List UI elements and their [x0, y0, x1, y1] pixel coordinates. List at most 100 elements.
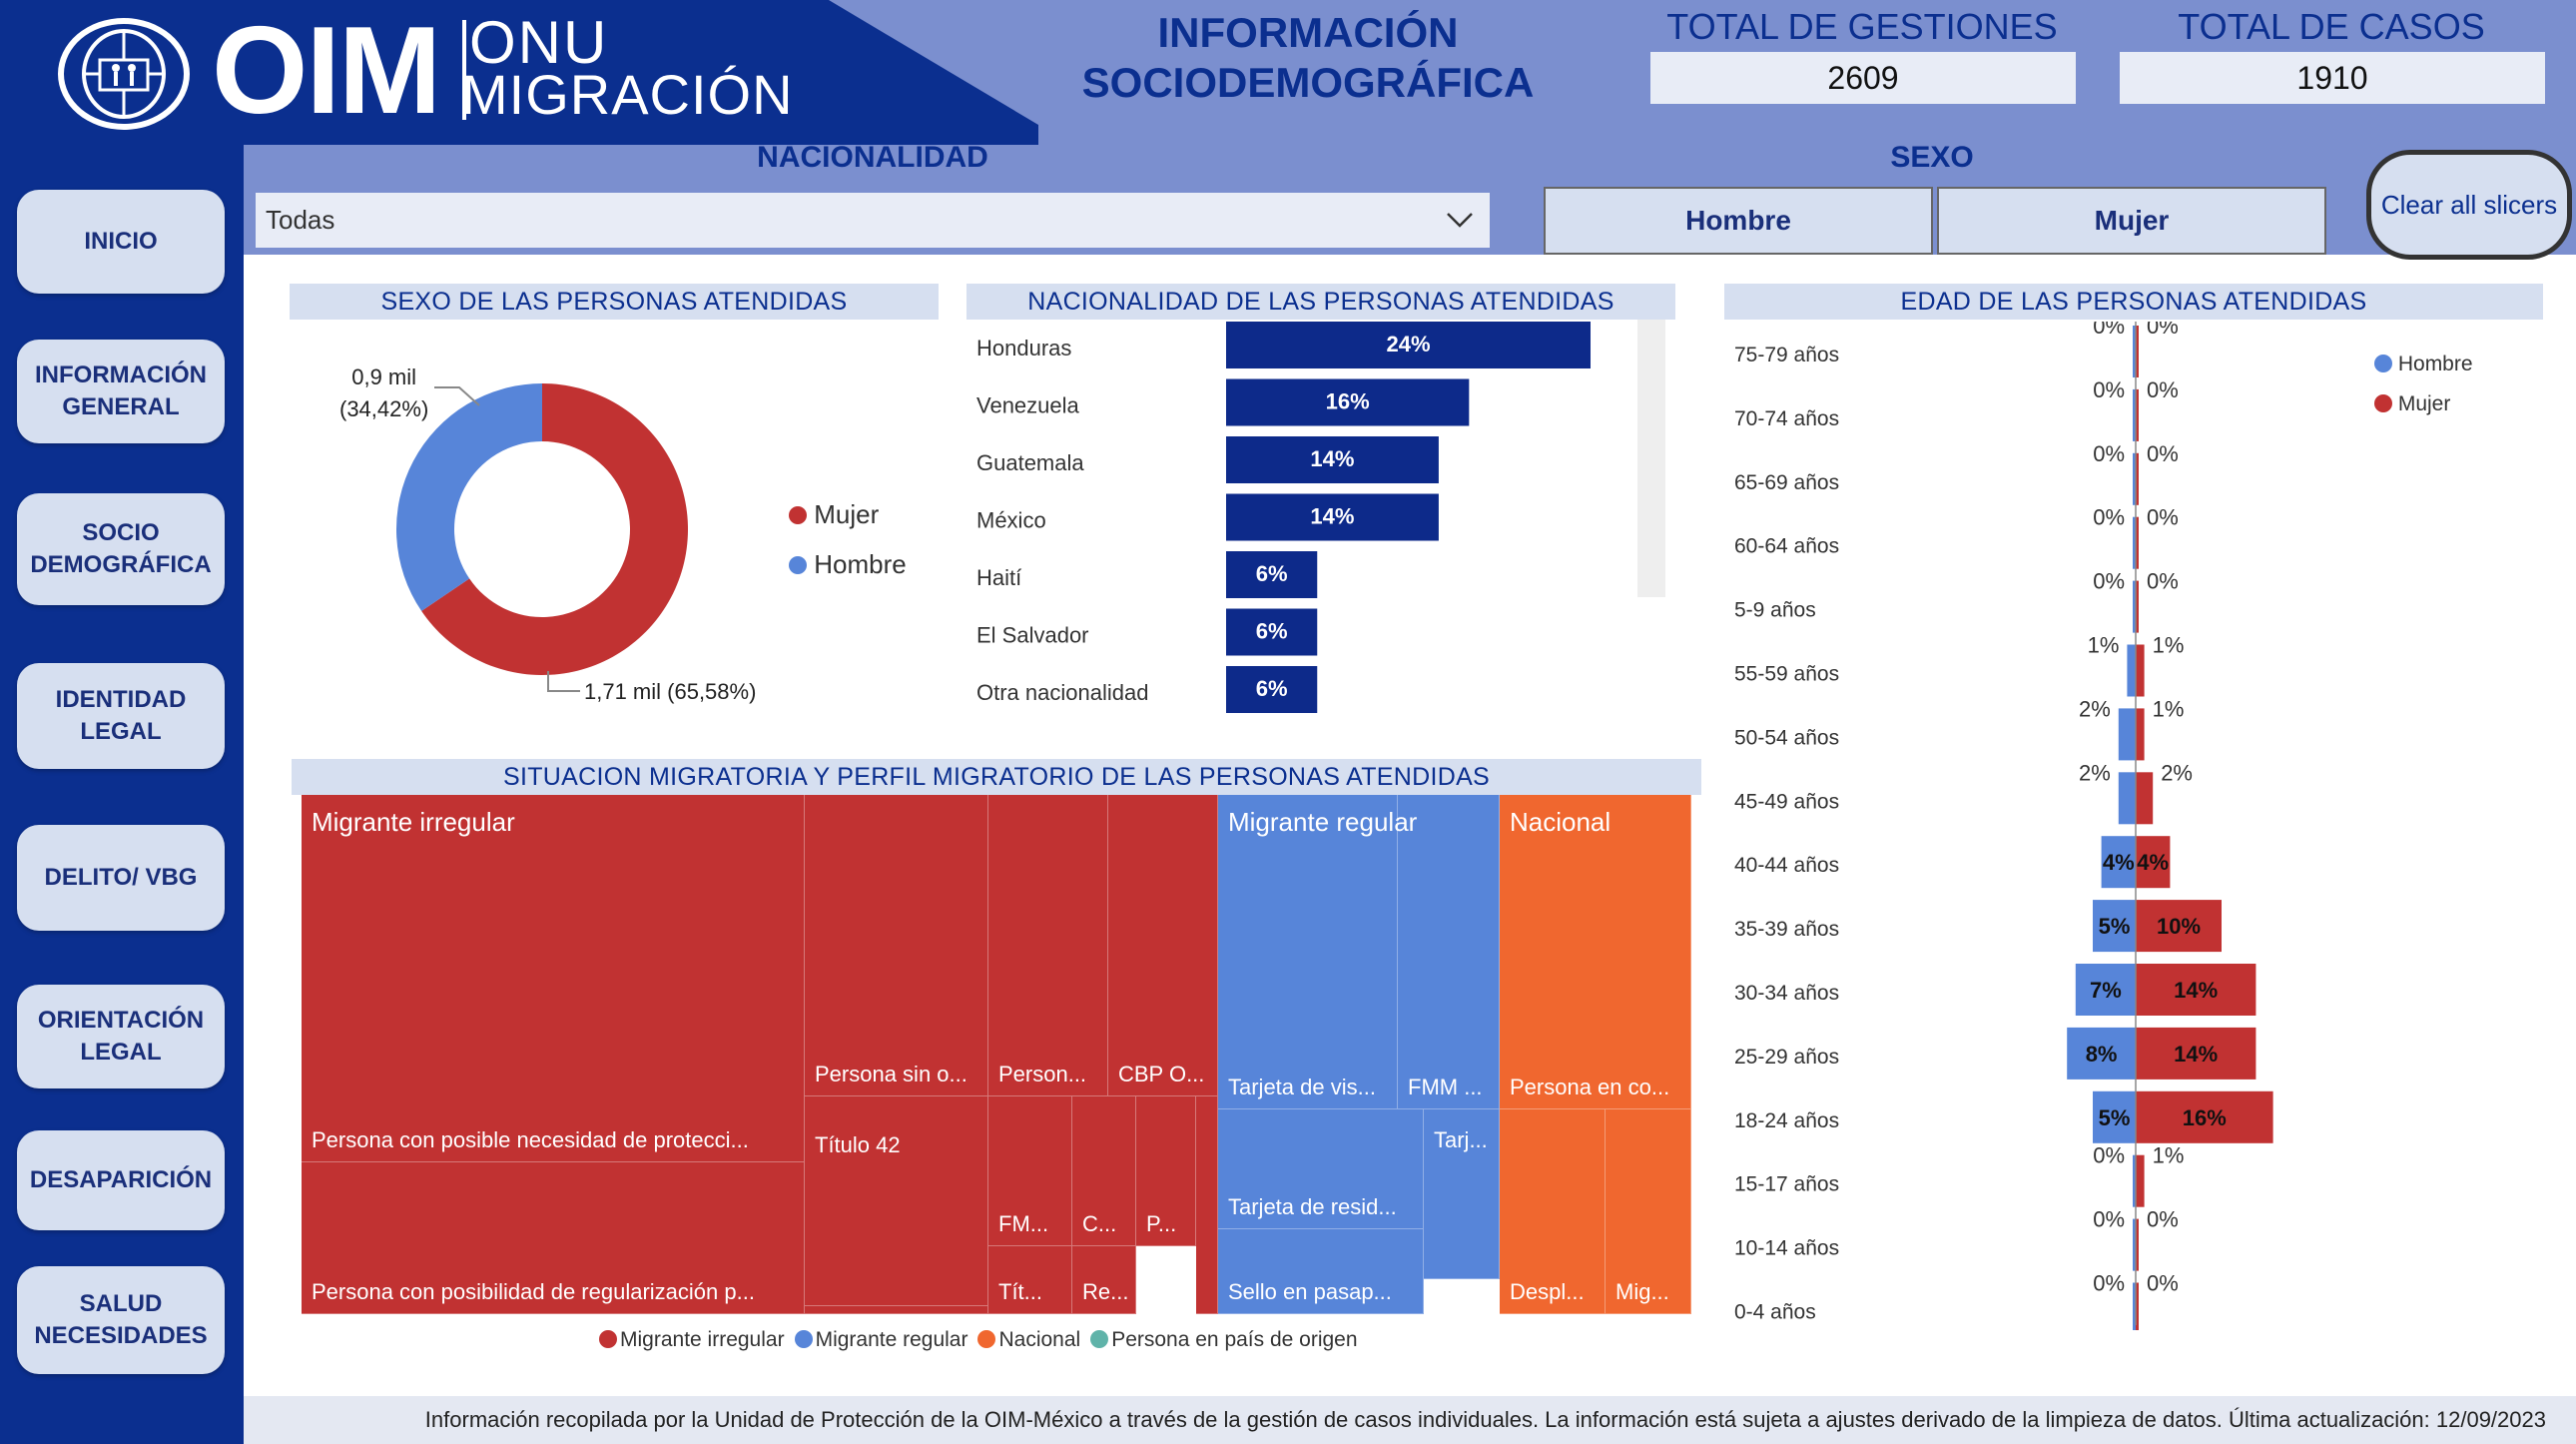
treemap-legend-item: Persona en país de origen	[1090, 1328, 1358, 1351]
treemap-cell-label: P...	[1146, 1211, 1177, 1236]
nav-item-label: SOCIO DEMOGRÁFICA	[30, 517, 211, 582]
nacionalidad-dropdown[interactable]: Todas	[256, 193, 1490, 248]
nav-item-line2: LEGAL	[80, 1039, 162, 1066]
age-bar-hombre[interactable]	[2118, 772, 2136, 825]
clear-slicers-button[interactable]: Clear all slicers	[2366, 150, 2572, 260]
treemap-cell[interactable]: Tít...	[988, 1246, 1072, 1314]
age-category-label: 55-59 años	[1734, 663, 1839, 686]
treemap-cell[interactable]: C...	[1072, 1096, 1136, 1246]
age-label-mujer: 14%	[2174, 978, 2218, 1003]
treemap-cell-label: Re...	[1082, 1279, 1129, 1304]
treemap-cell[interactable]: Tarj...	[1424, 1109, 1500, 1279]
treemap-legend-dot	[794, 1330, 813, 1348]
nationality-value-label: 6%	[1256, 619, 1288, 644]
treemap-cell-label: Tarj...	[1434, 1127, 1488, 1152]
nationality-category-label: Venezuela	[976, 393, 1080, 418]
nav-item-label: ORIENTACIÓN LEGAL	[38, 1005, 204, 1070]
nationality-value-label: 14%	[1310, 504, 1354, 529]
legend-item-hombre: Hombre	[789, 539, 907, 589]
age-label-mujer: 0%	[2147, 1207, 2179, 1232]
age-bar-hombre[interactable]	[2118, 708, 2136, 761]
sexo-hombre-button[interactable]: Hombre	[1544, 187, 1933, 255]
nav-item-8[interactable]: SALUD NECESIDADES	[17, 1266, 225, 1374]
treemap-cell[interactable]: FMM ...	[1398, 795, 1500, 1109]
nav-item-7[interactable]: DESAPARICIÓN	[17, 1130, 225, 1230]
treemap-cell[interactable]: Mig...	[1606, 1109, 1691, 1314]
age-label-hombre: 0%	[2093, 569, 2125, 594]
nav-item-line1: INICIO	[84, 227, 158, 255]
nav-item-1[interactable]: INICIO	[17, 190, 225, 294]
nationality-value-label: 6%	[1256, 676, 1288, 701]
nationality-category-label: Honduras	[976, 336, 1071, 361]
treemap-legend-label: Nacional	[998, 1328, 1081, 1351]
age-chart-title: EDAD DE LAS PERSONAS ATENDIDAS	[1724, 284, 2543, 320]
nav-item-label: SALUD NECESIDADES	[34, 1288, 207, 1353]
age-category-label: 70-74 años	[1734, 407, 1839, 430]
oim-emblem-icon	[58, 18, 190, 130]
age-legend-item-mujer: Mujer	[2374, 384, 2473, 424]
age-label-mujer: 1%	[2153, 633, 2185, 658]
nav-item-line1: IDENTIDAD	[55, 685, 187, 713]
age-label-hombre: 2%	[2079, 696, 2111, 721]
age-bar-mujer[interactable]	[2136, 708, 2145, 761]
treemap-cell[interactable]: FM...	[988, 1096, 1072, 1246]
nav-item-4[interactable]: IDENTIDAD LEGAL	[17, 663, 225, 769]
treemap-cell-small[interactable]	[1196, 1096, 1218, 1314]
kpi-gestiones-label: TOTAL DE GESTIONES	[1666, 6, 2058, 47]
age-category-label: 60-64 años	[1734, 535, 1839, 558]
nav-item-3[interactable]: SOCIO DEMOGRÁFICA	[17, 493, 225, 605]
age-category-label: 25-29 años	[1734, 1046, 1839, 1069]
nav-item-6[interactable]: ORIENTACIÓN LEGAL	[17, 985, 225, 1088]
age-legend-label-hombre: Hombre	[2397, 353, 2473, 375]
age-label-mujer: 1%	[2153, 1143, 2185, 1168]
treemap-cell[interactable]: Persona en co...	[1500, 795, 1691, 1109]
treemap-cell[interactable]: CBP O...	[1108, 795, 1218, 1096]
age-label-mujer: 0%	[2147, 322, 2179, 339]
age-label-mujer: 4%	[2137, 850, 2169, 875]
nav-item-line1: SOCIO	[82, 518, 160, 546]
treemap-cell-label: Título 42	[815, 1132, 901, 1157]
age-legend-label-mujer: Mujer	[2397, 392, 2451, 415]
nav-item-2[interactable]: INFORMACIÓN GENERAL	[17, 340, 225, 443]
treemap-cell-label: Tarjeta de resid...	[1228, 1194, 1397, 1219]
age-category-label: 75-79 años	[1734, 344, 1839, 366]
age-legend-dot-hombre	[2374, 355, 2392, 372]
treemap-cell[interactable]	[805, 1306, 988, 1314]
treemap-legend-dot	[1090, 1330, 1109, 1348]
nacionalidad-filter-title: NACIONALIDAD	[757, 141, 988, 174]
age-bar-mujer[interactable]	[2136, 1154, 2145, 1207]
treemap-group-label: Migrante irregular	[312, 807, 515, 837]
treemap-cell[interactable]: Título 42	[805, 1096, 988, 1306]
treemap-cell[interactable]: Tarjeta de vis...	[1218, 795, 1398, 1109]
sexo-mujer-button[interactable]: Mujer	[1937, 187, 2326, 255]
age-label-hombre: 4%	[2103, 850, 2135, 875]
donut-legend: Mujer Hombre	[789, 489, 907, 589]
treemap-cell-label: Person...	[998, 1062, 1087, 1086]
treemap-cell[interactable]: Persona con posible necesidad de protecc…	[302, 795, 805, 1162]
nav-item-line1: DELITO/ VBG	[44, 863, 198, 891]
treemap-cell[interactable]: P...	[1136, 1096, 1196, 1246]
treemap-cell-label: Persona con posible necesidad de protecc…	[312, 1127, 749, 1152]
age-label-hombre: 0%	[2093, 441, 2125, 466]
treemap-legend-item: Nacional	[977, 1328, 1080, 1351]
treemap-cell[interactable]: Persona sin o...	[805, 795, 988, 1096]
age-bar-mujer[interactable]	[2136, 772, 2154, 825]
treemap-cell[interactable]: Tarjeta de resid...	[1218, 1109, 1424, 1229]
age-bar-mujer[interactable]	[2136, 644, 2145, 697]
treemap-legend-label: Migrante irregular	[620, 1328, 785, 1351]
age-bar-hombre[interactable]	[2127, 644, 2136, 697]
age-label-mujer: 14%	[2174, 1042, 2218, 1067]
nav-item-5[interactable]: DELITO/ VBG	[17, 825, 225, 931]
treemap-legend: Migrante irregular Migrante regular Nacion…	[599, 1328, 1368, 1352]
treemap-cell[interactable]: Despl...	[1500, 1109, 1606, 1314]
age-legend-item-hombre: Hombre	[2374, 345, 2473, 384]
age-category-label: 5-9 años	[1734, 599, 1816, 622]
treemap-cell[interactable]: Re...	[1072, 1246, 1136, 1314]
treemap-cell[interactable]: Persona con posibilidad de regularizació…	[302, 1162, 805, 1314]
age-label-hombre: 2%	[2079, 760, 2111, 785]
age-label-hombre: 0%	[2093, 377, 2125, 402]
treemap-cell-label: Persona con posibilidad de regularizació…	[312, 1279, 755, 1304]
treemap-cell-label: CBP O...	[1118, 1062, 1205, 1086]
treemap-cell[interactable]: Sello en pasap...	[1218, 1229, 1424, 1314]
treemap-cell[interactable]: Person...	[988, 795, 1108, 1096]
